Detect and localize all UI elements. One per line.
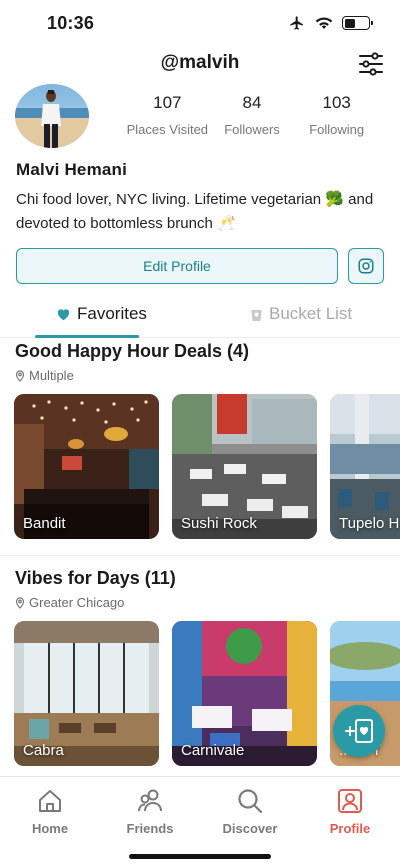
section-divider <box>0 555 400 556</box>
restaurant-name: Sushi Rock <box>181 515 257 532</box>
tab-favorites[interactable]: Favorites <box>56 304 147 324</box>
restaurant-card[interactable]: Cabra <box>14 621 159 766</box>
collection-title[interactable]: Good Happy Hour Deals (4) <box>15 341 249 362</box>
profile-name: Malvi Hemani <box>16 160 128 179</box>
restaurant-name: Carnivale <box>181 742 245 759</box>
active-tab-indicator <box>35 335 139 338</box>
location-pin-icon <box>15 369 25 382</box>
wifi-icon <box>315 17 333 29</box>
add-to-list-fab[interactable] <box>333 705 385 757</box>
nav-label: Profile <box>329 821 371 836</box>
profile-icon <box>338 789 362 813</box>
home-icon <box>39 790 61 812</box>
status-time: 10:36 <box>47 13 95 33</box>
settings-button[interactable] <box>358 51 384 77</box>
nav-profile[interactable]: Profile <box>310 787 390 836</box>
nav-home[interactable]: Home <box>10 787 90 836</box>
stat-places-visited[interactable]: 107 Places Visited <box>125 93 210 137</box>
stat-following[interactable]: 103 Following <box>294 93 379 137</box>
bottom-navigation: Home Friends Discover Profile <box>0 776 400 865</box>
nav-label: Friends <box>126 821 174 836</box>
tab-label: Favorites <box>77 304 147 323</box>
collection-title[interactable]: Vibes for Days (11) <box>15 568 176 589</box>
profile-username: @malvih <box>160 52 240 73</box>
restaurant-card[interactable]: Tupelo H <box>330 394 400 539</box>
stat-value: 84 <box>242 93 262 112</box>
nav-label: Home <box>31 821 69 836</box>
edit-profile-button[interactable]: Edit Profile <box>16 248 338 284</box>
stat-label: Following <box>309 122 365 137</box>
restaurant-name: Tupelo H <box>339 515 400 532</box>
collection-location: Greater Chicago <box>15 595 124 610</box>
location-label: Greater Chicago <box>29 595 125 610</box>
stat-label: Followers <box>224 122 280 137</box>
collection-location: Multiple <box>15 368 74 383</box>
restaurant-card[interactable]: Carnivale <box>172 621 317 766</box>
location-pin-icon <box>15 596 25 609</box>
search-icon <box>238 789 263 814</box>
stat-followers[interactable]: 84 Followers <box>210 93 295 137</box>
restaurant-card[interactable]: Bandit <box>14 394 159 539</box>
nav-label: Discover <box>222 821 278 836</box>
profile-bio: Chi food lover, NYC living. Lifetime veg… <box>16 191 374 232</box>
location-label: Multiple <box>29 368 74 383</box>
bucket-icon <box>251 309 262 321</box>
instagram-icon <box>358 258 374 274</box>
friends-icon <box>138 789 162 812</box>
restaurant-card[interactable]: Sushi Rock <box>172 394 317 539</box>
sliders-icon <box>359 52 383 76</box>
heart-icon <box>57 309 70 321</box>
instagram-button[interactable] <box>348 248 384 284</box>
profile-stats: 107 Places Visited 84 Followers 103 Foll… <box>125 93 379 137</box>
tab-bucket-list[interactable]: Bucket List <box>250 304 352 324</box>
avatar[interactable] <box>15 84 89 148</box>
status-bar: 10:36 <box>0 0 400 46</box>
stat-label: Places Visited <box>126 122 209 137</box>
nav-discover[interactable]: Discover <box>210 787 290 836</box>
battery-icon <box>342 16 373 30</box>
status-icons <box>288 15 373 31</box>
profile-tabs: Favorites Bucket List <box>0 300 400 338</box>
restaurant-name: Cabra <box>23 742 64 759</box>
stat-value: 107 <box>153 93 182 112</box>
airplane-icon <box>290 16 303 30</box>
tab-label: Bucket List <box>269 304 353 323</box>
stat-value: 103 <box>322 93 351 112</box>
home-indicator <box>129 854 271 859</box>
restaurant-name: Bandit <box>23 515 66 532</box>
nav-friends[interactable]: Friends <box>110 787 190 836</box>
add-favorite-icon <box>345 719 373 743</box>
